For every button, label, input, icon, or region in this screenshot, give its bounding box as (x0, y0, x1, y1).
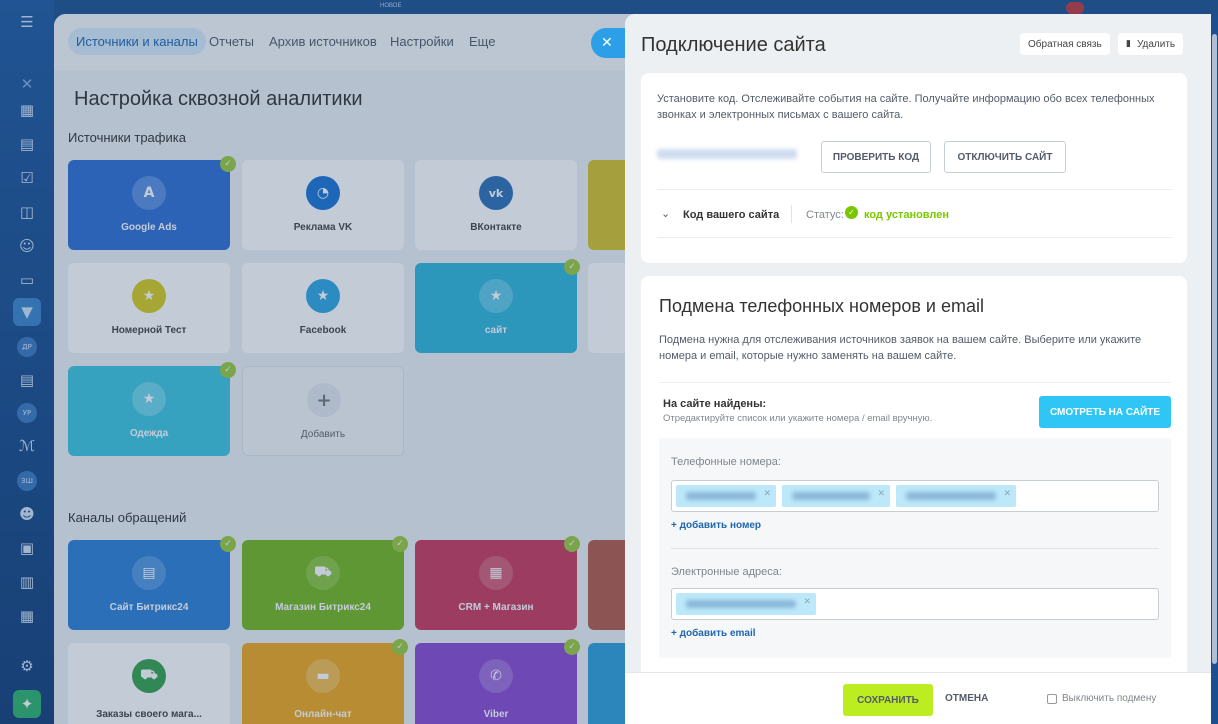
replace-description: Подмена нужна для отслеживания источнико… (659, 334, 1142, 362)
status-value: код установлен (864, 209, 950, 221)
save-button[interactable]: СОХРАНИТЬ (843, 684, 933, 716)
contacts-box: Телефонные номера: ✕ ✕ ✕ + добавить номе… (659, 438, 1171, 658)
plus-icon: + (671, 520, 680, 531)
phones-label: Телефонные номера: (671, 456, 781, 468)
add-email-link[interactable]: + добавить email (671, 628, 756, 639)
check-code-button[interactable]: ПРОВЕРИТЬ КОД (821, 141, 931, 173)
phone-chip[interactable]: ✕ (896, 485, 1016, 507)
remove-icon[interactable]: ✕ (763, 489, 771, 499)
close-icon: ✕ (601, 35, 613, 51)
site-connection-slider: Подключение сайта Обратная связь ▮ Удали… (625, 14, 1211, 724)
cancel-button[interactable]: ОТМЕНА (945, 693, 988, 704)
emails-input[interactable]: ✕ (671, 588, 1159, 620)
replace-title: Подмена телефонных номеров и email (659, 296, 984, 316)
email-chip[interactable]: ✕ (676, 593, 816, 615)
remove-icon[interactable]: ✕ (803, 597, 811, 607)
status-label: Статус: (806, 209, 844, 221)
site-code-toggle[interactable]: Код вашего сайта (683, 209, 779, 221)
remove-icon[interactable]: ✕ (1003, 489, 1011, 499)
page-scrollbar[interactable] (1211, 14, 1218, 724)
emails-label: Электронные адреса: (671, 566, 782, 578)
plus-icon: + (671, 628, 680, 639)
add-phone-label: добавить номер (679, 520, 762, 531)
add-email-label: добавить email (679, 628, 756, 639)
chevron-down-icon[interactable]: ⌄ (661, 207, 670, 220)
found-title: На сайте найдены: (663, 398, 767, 410)
view-on-site-button[interactable]: СМОТРЕТЬ НА САЙТЕ (1039, 396, 1171, 428)
divider (671, 548, 1159, 549)
close-slider-button[interactable]: ✕ (591, 28, 625, 58)
delete-button[interactable]: ▮ Удалить (1118, 33, 1184, 55)
slider-footer: СОХРАНИТЬ ОТМЕНА Выключить подмену (625, 672, 1211, 724)
divider (657, 237, 1173, 238)
replace-card: Подмена телефонных номеров и email Подме… (641, 276, 1187, 696)
phone-chip[interactable]: ✕ (782, 485, 890, 507)
divider (657, 189, 1173, 190)
divider (659, 382, 1171, 383)
disable-replace-checkbox[interactable] (1047, 694, 1057, 704)
status-ok-icon: ✓ (845, 206, 858, 219)
scrollbar-thumb[interactable] (1212, 34, 1217, 664)
disable-replace-label[interactable]: Выключить подмену (1062, 693, 1156, 704)
install-card: Установите код. Отслеживайте события на … (641, 73, 1187, 263)
remove-icon[interactable]: ✕ (877, 489, 885, 499)
disconnect-site-button[interactable]: ОТКЛЮЧИТЬ САЙТ (944, 141, 1066, 173)
phone-chip[interactable]: ✕ (676, 485, 776, 507)
trash-icon: ▮ (1126, 39, 1131, 49)
site-url[interactable] (657, 149, 797, 159)
found-subtitle: Отредактируйте список или укажите номера… (663, 413, 933, 424)
divider (791, 205, 792, 223)
delete-label: Удалить (1136, 38, 1176, 50)
slider-title: Подключение сайта (641, 34, 826, 56)
install-description: Установите код. Отслеживайте события на … (657, 93, 1155, 121)
phones-input[interactable]: ✕ ✕ ✕ (671, 480, 1159, 512)
feedback-button[interactable]: Обратная связь (1020, 33, 1110, 55)
add-phone-link[interactable]: + добавить номер (671, 520, 761, 531)
